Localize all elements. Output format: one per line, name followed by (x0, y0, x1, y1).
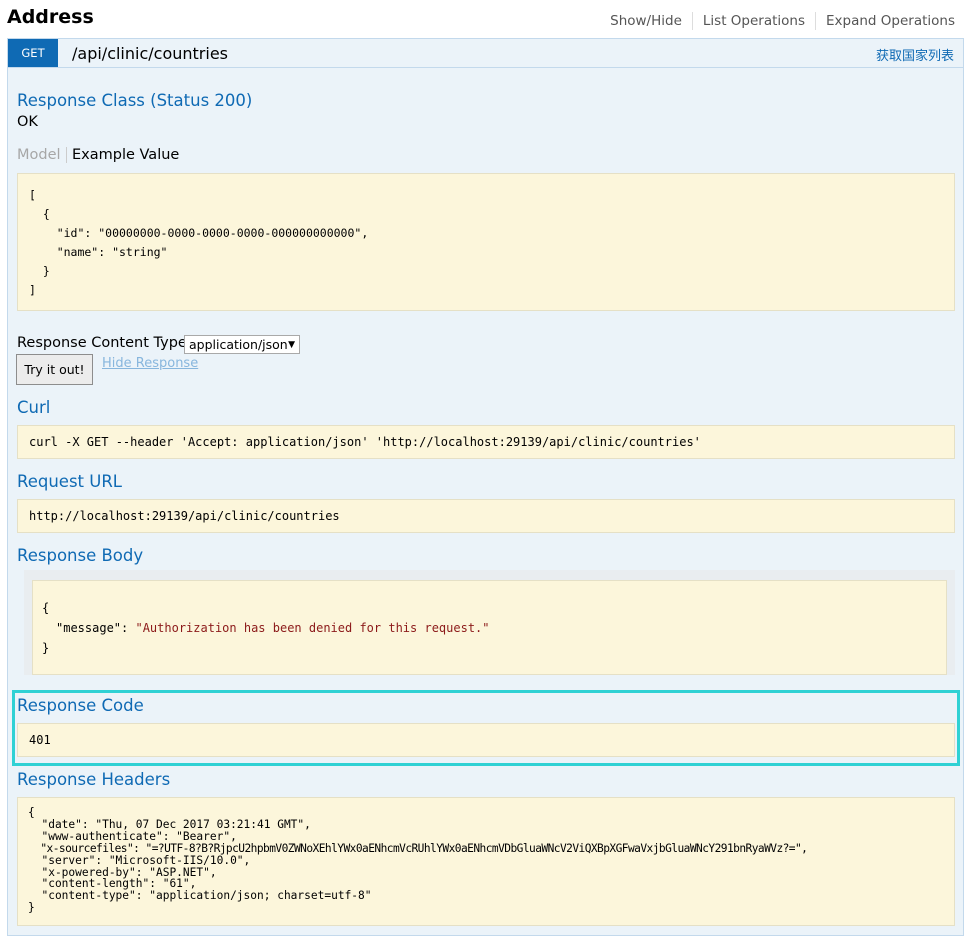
response-code-box: 401 (17, 723, 955, 757)
request-url-box: http://localhost:29139/api/clinic/countr… (17, 499, 955, 533)
request-url-heading: Request URL (17, 472, 123, 491)
response-headers-box: { "date": "Thu, 07 Dec 2017 03:21:41 GMT… (17, 797, 955, 926)
json-key: "message" (56, 621, 122, 635)
example-line: "name": "string" (29, 245, 168, 259)
example-value-box: [ { "id": "00000000-0000-0000-0000-00000… (17, 173, 955, 311)
response-code-value: 401 (29, 733, 51, 747)
tab-model[interactable]: Model (17, 147, 67, 163)
example-line: "id": "00000000-0000-0000-0000-000000000… (29, 226, 369, 240)
example-line: { (29, 207, 50, 221)
try-it-out-button[interactable]: Try it out! (16, 354, 93, 385)
operation-path[interactable]: /api/clinic/countries (72, 44, 228, 63)
curl-command: curl -X GET --header 'Accept: applicatio… (29, 435, 701, 449)
list-operations-link[interactable]: List Operations (693, 12, 816, 30)
response-headers-heading: Response Headers (17, 770, 171, 789)
content-type-label: Response Content Type (17, 335, 187, 351)
response-body-box: { "message": "Authorization has been den… (32, 580, 947, 675)
expand-operations-link[interactable]: Expand Operations (816, 12, 955, 30)
json-message-line: "message": "Authorization has been denie… (42, 618, 937, 638)
operation-summary[interactable]: 获取国家列表 (876, 45, 954, 64)
operation-heading[interactable]: GET /api/clinic/countries 获取国家列表 (8, 39, 963, 68)
content-type-value: application/json (189, 337, 288, 352)
http-method-badge[interactable]: GET (8, 39, 58, 67)
header-line: "x-sourcefiles": "=?UTF-8?B?RjpcU2hpbmV0… (28, 841, 808, 855)
example-line: } (29, 264, 50, 278)
tab-example-value[interactable]: Example Value (72, 147, 179, 163)
header-line: "www-authenticate": "Bearer", (28, 829, 237, 843)
header-line: "content-type": "application/json; chars… (28, 889, 372, 903)
curl-heading: Curl (17, 398, 51, 417)
json-separator: : (121, 621, 136, 635)
header-line: "server": "Microsoft-IIS/10.0", (28, 853, 251, 867)
header-line: } (28, 901, 35, 915)
resource-title: Address (7, 6, 94, 28)
json-close-brace: } (42, 641, 50, 655)
response-class-heading: Response Class (Status 200) (17, 91, 253, 110)
hide-response-link[interactable]: Hide Response (102, 356, 198, 371)
response-status-text: OK (17, 114, 38, 130)
json-open-brace: { (42, 601, 50, 615)
content-type-select[interactable]: application/json ▼ (184, 335, 300, 354)
dropdown-arrow-icon: ▼ (288, 339, 295, 350)
curl-box: curl -X GET --header 'Accept: applicatio… (17, 425, 955, 459)
request-url-value: http://localhost:29139/api/clinic/countr… (29, 509, 340, 523)
response-body-heading: Response Body (17, 546, 144, 565)
response-code-heading: Response Code (17, 696, 144, 715)
json-value: "Authorization has been denied for this … (135, 621, 490, 635)
resource-links: Show/Hide List Operations Expand Operati… (600, 12, 955, 30)
show-hide-link[interactable]: Show/Hide (600, 12, 693, 30)
example-line: ] (29, 283, 36, 297)
example-line: [ (29, 188, 36, 202)
